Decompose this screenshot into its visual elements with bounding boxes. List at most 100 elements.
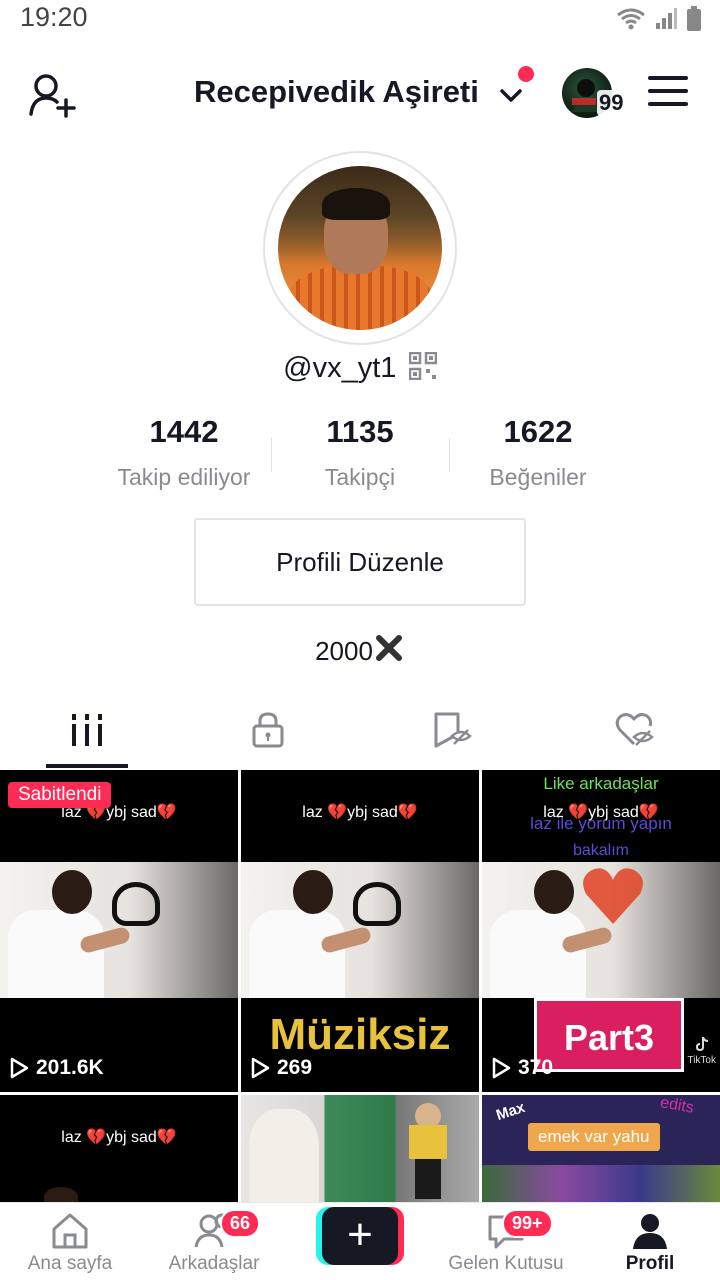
person-figure [490, 910, 586, 998]
status-bar: 19:20 [0, 0, 720, 40]
videos-grid-icon[interactable] [67, 710, 107, 750]
profile-avatar[interactable] [278, 166, 442, 330]
stat-likes[interactable]: 1622 Beğeniler [448, 414, 628, 491]
video-mid-text: laz ile yorum yapın [530, 814, 672, 833]
play-icon [10, 1057, 29, 1079]
max-text: Max [494, 1098, 528, 1125]
watermark-text: TikTok [687, 1055, 716, 1066]
broken-heart-icon: 💔 [156, 804, 177, 821]
broken-heart-icon: 💔 [156, 1129, 177, 1146]
cross-mark-icon [375, 635, 402, 661]
video-thumbnail[interactable]: Max edits emek var yahu [482, 1095, 720, 1202]
nav-label: Arkadaşlar [168, 1253, 260, 1274]
drawn-heart [112, 882, 160, 926]
video-thumbnail[interactable]: laz 💔ybj sad💔 [0, 1095, 238, 1202]
person-head [534, 870, 574, 914]
person-figure [249, 1109, 319, 1202]
username-row: @vx_yt1 [0, 352, 720, 385]
edits-text: edits [659, 1095, 696, 1117]
chevron-down-icon[interactable] [498, 82, 524, 108]
wifi-icon [617, 8, 645, 30]
tiktok-logo-icon [695, 1036, 708, 1052]
friends-badge: 66 [220, 1209, 261, 1238]
profile-header: Recepivedik Aşireti 99 [0, 60, 720, 130]
menu-button[interactable] [648, 76, 688, 110]
caption-text: ybj sad [347, 804, 398, 821]
person-legs [415, 1159, 441, 1199]
menu-line [648, 76, 688, 80]
video-thumbnail[interactable]: laz 💔ybj sad💔 Müziksiz 269 [241, 770, 479, 1092]
profile-icon [633, 1214, 667, 1249]
menu-line [648, 102, 688, 106]
nav-label: Gelen Kutusu [448, 1253, 564, 1274]
status-time: 19:20 [20, 2, 88, 32]
video-overlay-text: Müziksiz [269, 1010, 451, 1059]
inbox-badge: 99+ [502, 1209, 553, 1238]
video-low-text: bakalım [572, 842, 630, 859]
avatar-shirt [288, 266, 432, 330]
signal-icon [656, 8, 677, 29]
username: @vx_yt1 [283, 352, 397, 384]
add-user-icon[interactable] [28, 70, 78, 120]
video-banner: emek var yahu [528, 1123, 660, 1151]
bio-text: 2000 [315, 636, 373, 666]
person-head [44, 1187, 78, 1202]
nav-profile[interactable]: Profil [580, 1211, 720, 1275]
menu-line [648, 89, 688, 93]
person-body [409, 1125, 447, 1159]
video-caption: laz 💔ybj sad💔 [0, 1127, 238, 1147]
profile-stats: 1442 Takip ediliyor 1135 Takipçi 1622 Be… [0, 414, 720, 494]
stat-label: Takipçi [324, 464, 396, 490]
stat-label: Beğeniler [489, 464, 587, 490]
video-top-text: Like arkadaşlar [543, 774, 659, 793]
active-tab-indicator [46, 764, 128, 768]
play-count: 201.6K [8, 1056, 104, 1080]
story-count: 99 [597, 90, 626, 116]
caption-text: laz [61, 1129, 87, 1146]
broken-heart-icon: 💔 [397, 804, 418, 821]
stat-value: 1442 [149, 414, 219, 449]
video-thumbnail[interactable] [241, 1095, 479, 1202]
nav-friends[interactable]: Arkadaşlar 66 [144, 1209, 284, 1275]
stat-value: 1622 [503, 414, 573, 449]
drawn-heart [353, 882, 401, 926]
person-figure [249, 910, 345, 998]
video-grid: laz 💔ybj sad💔 Sabitlendi 201.6K laz 💔ybj… [0, 770, 720, 1202]
video-overlay-text: Part3 [534, 998, 684, 1072]
nav-label: Ana sayfa [27, 1253, 113, 1274]
stat-value: 1135 [326, 414, 394, 449]
play-count-value: 269 [277, 1056, 313, 1079]
caption-text: ybj sad [106, 1129, 157, 1146]
bottom-nav: Ana sayfa Arkadaşlar 66 + Gelen Kutusu 9… [0, 1202, 720, 1280]
status-icons [616, 6, 702, 32]
caption-text: laz [302, 804, 328, 821]
nav-home[interactable]: Ana sayfa [0, 1211, 140, 1275]
thumbnail-image [482, 1165, 720, 1202]
stat-followers[interactable]: 1135 Takipçi [270, 414, 450, 491]
video-thumbnail[interactable]: Like arkadaşlar laz 💔ybj sad💔 laz ile yo… [482, 770, 720, 1092]
person-figure [8, 910, 104, 998]
content-tabs [0, 700, 720, 770]
avatar-hair [322, 188, 390, 220]
stat-label: Takip ediliyor [117, 464, 251, 490]
notification-dot [518, 66, 534, 82]
hidden-likes-icon[interactable] [614, 710, 654, 750]
play-icon [492, 1057, 511, 1079]
video-thumbnail[interactable]: laz 💔ybj sad💔 Sabitlendi 201.6K [0, 770, 238, 1092]
broken-heart-icon: 💔 [327, 804, 348, 821]
lock-icon[interactable] [248, 710, 288, 750]
pinned-badge: Sabitlendi [8, 782, 112, 808]
create-button[interactable]: + [316, 1207, 404, 1265]
nav-inbox[interactable]: Gelen Kutusu 99+ [436, 1209, 576, 1275]
battery-icon [687, 6, 701, 31]
edit-profile-button[interactable]: Profili Düzenle [194, 518, 526, 606]
play-icon [251, 1057, 270, 1079]
qr-code-icon[interactable] [408, 352, 437, 380]
play-count-value: 201.6K [36, 1056, 104, 1079]
broken-heart-icon: 💔 [86, 1129, 107, 1146]
red-heart-drawing-icon [583, 868, 643, 924]
stat-following[interactable]: 1442 Takip ediliyor [94, 414, 274, 491]
hidden-favorites-icon[interactable] [432, 710, 472, 750]
account-switcher[interactable]: Recepivedik Aşireti [194, 74, 479, 110]
nav-label: Profil [625, 1253, 675, 1274]
